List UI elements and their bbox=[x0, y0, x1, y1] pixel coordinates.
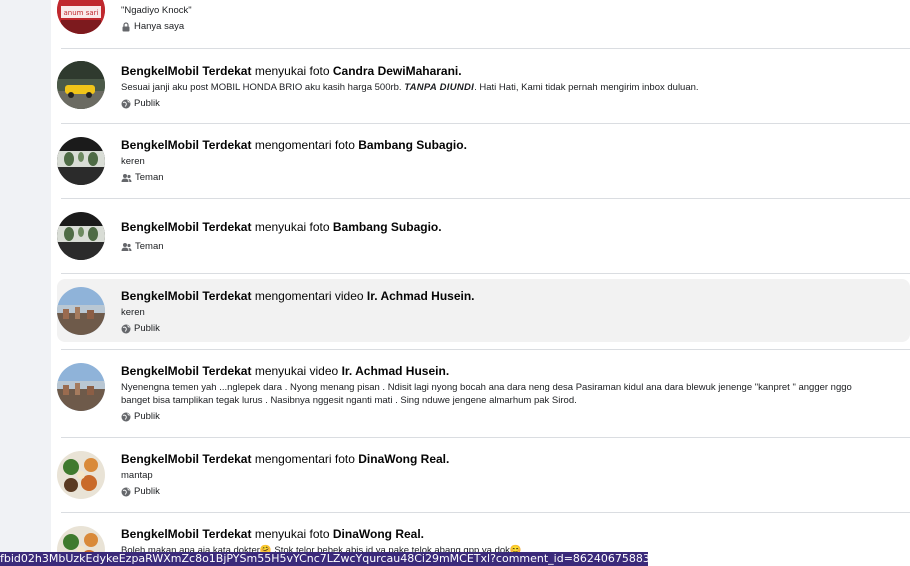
activity-verb: mengomentari foto bbox=[254, 452, 355, 466]
target-name[interactable]: Candra DewiMaharani. bbox=[333, 64, 462, 78]
activity-verb: menyukai foto bbox=[254, 527, 330, 541]
activity-verb: menyukai foto bbox=[254, 64, 330, 78]
privacy-indicator: Hanya saya bbox=[121, 20, 910, 33]
target-name[interactable]: Ir. Achmad Husein. bbox=[342, 364, 450, 378]
activity-content: mantap bbox=[121, 470, 153, 481]
friends-icon bbox=[121, 173, 132, 183]
privacy-indicator: Publik bbox=[121, 97, 910, 110]
activity-verb: menyukai video bbox=[254, 364, 339, 378]
actor-name[interactable]: BengkelMobil Terdekat bbox=[121, 220, 251, 234]
divider bbox=[61, 273, 910, 274]
actor-name[interactable]: BengkelMobil Terdekat bbox=[121, 452, 251, 466]
activity-content: Nyenengna temen yah ...nglepek dara . Ny… bbox=[121, 382, 852, 393]
activity-content: Sesuai janji aku post MOBIL HONDA BRIO a… bbox=[121, 81, 910, 94]
activity-item[interactable]: BengkelMobil Terdekat mengomentari video… bbox=[57, 279, 910, 342]
activity-headline: BengkelMobil Terdekat menyukai foto Bamb… bbox=[121, 220, 910, 235]
divider bbox=[61, 48, 910, 49]
activity-headline: BengkelMobil Terdekat mengomentari foto … bbox=[121, 452, 910, 467]
link-status-bar: fbid02h3MbUzkEdykeEzpaRWXmZc8o1BjPYSm55H… bbox=[0, 552, 648, 566]
status-url: fbid02h3MbUzkEdykeEzpaRWXmZc8o1BjPYSm55H… bbox=[0, 552, 648, 565]
avatar[interactable] bbox=[57, 287, 105, 335]
activity-item[interactable]: BengkelMobil Terdekat menyukai video Ir.… bbox=[57, 354, 910, 438]
actor-name[interactable]: BengkelMobil Terdekat bbox=[121, 364, 251, 378]
left-gutter bbox=[0, 0, 51, 566]
activity-content: keren bbox=[121, 156, 145, 167]
privacy-indicator: Publik bbox=[121, 485, 910, 498]
activity-headline: BengkelMobil Terdekat menyukai foto Cand… bbox=[121, 64, 910, 79]
privacy-indicator: Publik bbox=[121, 322, 910, 335]
activity-headline: BengkelMobil Terdekat mengomentari foto … bbox=[121, 138, 910, 153]
actor-name[interactable]: BengkelMobil Terdekat bbox=[121, 289, 251, 303]
target-name[interactable]: Bambang Subagio. bbox=[333, 220, 442, 234]
activity-content: banget bisa tamplikan tegak lurus . Nasi… bbox=[121, 395, 577, 406]
activity-content: keren bbox=[121, 307, 145, 318]
friends-icon bbox=[121, 242, 132, 252]
activity-item[interactable]: "Ngadiyo Knock" Hanya saya bbox=[57, 0, 910, 48]
content-text: Sesuai janji aku post MOBIL HONDA BRIO a… bbox=[121, 82, 402, 93]
actor-name[interactable]: BengkelMobil Terdekat bbox=[121, 64, 251, 78]
activity-item[interactable]: BengkelMobil Terdekat menyukai foto Bamb… bbox=[57, 210, 910, 272]
target-name[interactable]: DinaWong Real. bbox=[358, 452, 449, 466]
target-name[interactable]: Ir. Achmad Husein. bbox=[367, 289, 475, 303]
activity-item[interactable]: BengkelMobil Terdekat mengomentari foto … bbox=[57, 442, 910, 512]
privacy-label: Publik bbox=[134, 411, 160, 422]
privacy-indicator: Publik bbox=[121, 410, 910, 423]
divider bbox=[61, 437, 910, 438]
content-bold-text: TANPA DIUNDI bbox=[404, 82, 475, 93]
privacy-label: Publik bbox=[134, 323, 160, 334]
globe-icon bbox=[121, 99, 131, 109]
lock-icon bbox=[121, 21, 131, 32]
activity-log-panel: anum sari "Ngadiyo Knock" Hanya saya Ben… bbox=[51, 0, 910, 566]
target-name[interactable]: Bambang Subagio. bbox=[358, 138, 467, 152]
actor-name[interactable]: BengkelMobil Terdekat bbox=[121, 527, 251, 541]
privacy-indicator: Teman bbox=[121, 240, 910, 253]
activity-headline: BengkelMobil Terdekat menyukai foto Dina… bbox=[121, 527, 910, 542]
privacy-label: Publik bbox=[134, 486, 160, 497]
globe-icon bbox=[121, 412, 131, 422]
target-name[interactable]: DinaWong Real. bbox=[333, 527, 424, 541]
activity-verb: menyukai foto bbox=[254, 220, 330, 234]
privacy-label: Publik bbox=[134, 98, 160, 109]
activity-headline: BengkelMobil Terdekat mengomentari video… bbox=[121, 289, 910, 304]
divider bbox=[61, 123, 910, 124]
activity-headline: BengkelMobil Terdekat menyukai video Ir.… bbox=[121, 364, 910, 379]
globe-icon bbox=[121, 487, 131, 497]
divider bbox=[61, 198, 910, 199]
privacy-label: Teman bbox=[135, 172, 164, 183]
globe-icon bbox=[121, 324, 131, 334]
divider bbox=[61, 512, 910, 513]
actor-name[interactable]: BengkelMobil Terdekat bbox=[121, 138, 251, 152]
activity-item[interactable]: BengkelMobil Terdekat mengomentari foto … bbox=[57, 128, 910, 198]
privacy-label: Hanya saya bbox=[134, 21, 185, 32]
divider bbox=[61, 349, 910, 350]
privacy-label: Teman bbox=[135, 241, 164, 252]
activity-content: "Ngadiyo Knock" bbox=[121, 5, 192, 16]
activity-item[interactable]: BengkelMobil Terdekat menyukai foto Cand… bbox=[57, 54, 910, 123]
privacy-indicator: Teman bbox=[121, 171, 910, 184]
content-text: . Hati Hati, Kami tidak pernah mengirim … bbox=[474, 82, 699, 93]
activity-verb: mengomentari foto bbox=[254, 138, 355, 152]
activity-verb: mengomentari video bbox=[254, 289, 364, 303]
